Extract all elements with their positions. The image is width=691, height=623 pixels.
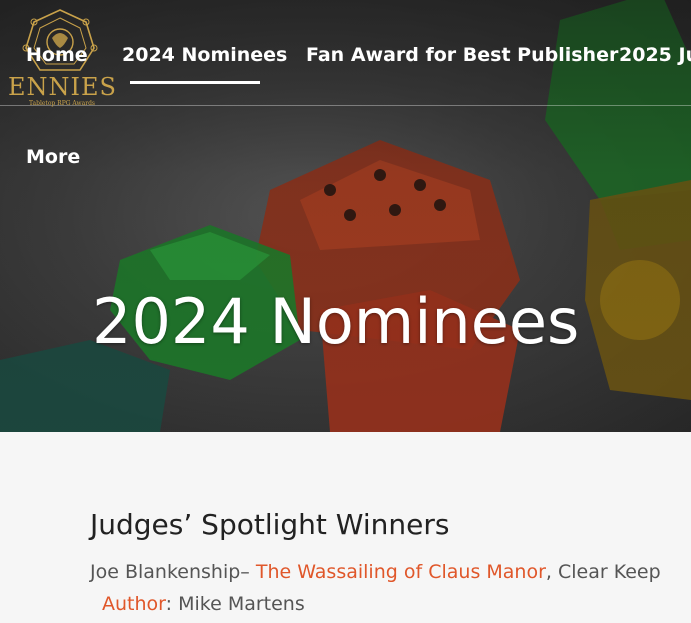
winner-entry: Joe Blankenship– The Wassailing of Claus… [90, 561, 661, 583]
role-person: Mike Martens [178, 593, 305, 615]
nav-item-more[interactable]: More [26, 146, 80, 168]
publisher-separator: , [545, 561, 558, 583]
active-nav-indicator [130, 81, 260, 84]
role-separator: : [165, 593, 179, 615]
publisher-name: Clear Keep [557, 561, 661, 583]
main-content: Judges’ Spotlight Winners Joe Blankenshi… [0, 432, 691, 623]
page-title: 2024 Nominees [92, 285, 580, 358]
nav-item-2024-nominees[interactable]: 2024 Nominees [122, 44, 287, 66]
role-label-link[interactable]: Author [102, 593, 166, 615]
nav-item-home[interactable]: Home [26, 44, 88, 66]
credit-line: Author: Mike Martens [102, 593, 305, 615]
winner-name: Joe Blankenship [90, 561, 241, 583]
nav-item-2025-judges[interactable]: 2025 Jud [619, 44, 691, 66]
section-heading: Judges’ Spotlight Winners [90, 508, 450, 541]
nav-item-fan-award[interactable]: Fan Award for Best Publisher [306, 44, 618, 66]
logo-wordmark: ENNIES [8, 73, 117, 101]
logo-tagline: Tabletop RPG Awards [28, 100, 95, 107]
entry-separator: – [240, 561, 256, 583]
work-title-link[interactable]: The Wassailing of Claus Manor [256, 561, 546, 583]
hero-banner: ENNIES Tabletop RPG Awards Home 2024 Nom… [0, 0, 691, 432]
